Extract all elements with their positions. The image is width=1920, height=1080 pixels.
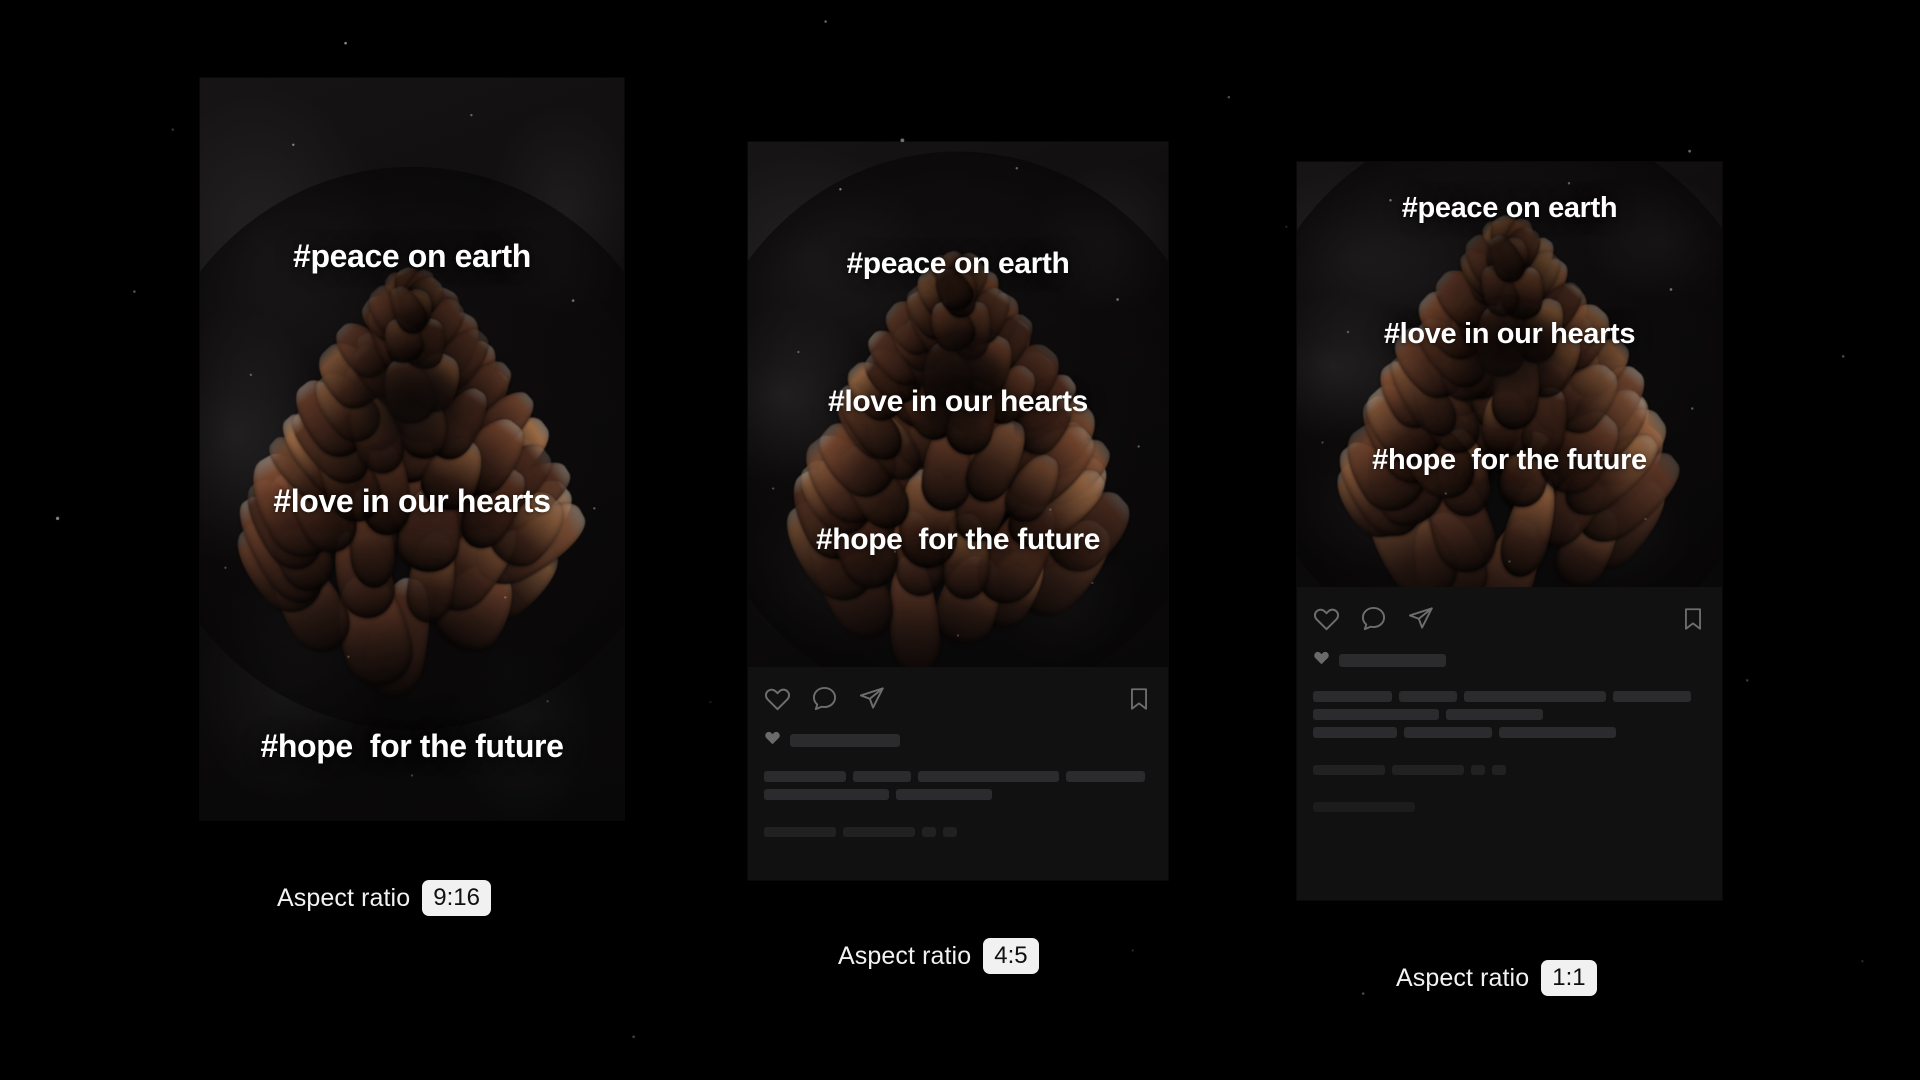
- image-backdrop: [1297, 162, 1722, 587]
- skeleton-bar: [1313, 709, 1439, 720]
- instagram-chrome-1-1: [1297, 587, 1722, 812]
- skeleton-bar: [1313, 802, 1415, 812]
- ratio-label-1-1: Aspect ratio 1:1: [1396, 960, 1597, 996]
- ratio-value-pill[interactable]: 4:5: [983, 938, 1039, 974]
- skeleton-bar: [1313, 691, 1392, 702]
- timestamp-skeleton-row: [1313, 765, 1706, 775]
- preview-card-story-9-16[interactable]: #peace on earth #love in our hearts #hop…: [200, 78, 624, 820]
- share-icon[interactable]: [858, 685, 885, 712]
- post-image-9-16: #peace on earth #love in our hearts #hop…: [200, 78, 624, 820]
- skeleton-bar: [1499, 727, 1616, 738]
- image-backdrop: [748, 142, 1168, 667]
- comment-icon[interactable]: [1360, 605, 1387, 632]
- ratio-label-9-16: Aspect ratio 9:16: [277, 880, 491, 916]
- heart-solid-icon: [1313, 649, 1330, 671]
- skeleton-bar: [1399, 691, 1457, 702]
- image-backdrop: [200, 78, 624, 820]
- ratio-value-pill[interactable]: 1:1: [1541, 960, 1597, 996]
- skeleton-bar: [1313, 765, 1385, 775]
- skeleton-bar: [1471, 765, 1485, 775]
- footer-skeleton-row: [1313, 802, 1706, 812]
- caption-skeleton-row: [1313, 709, 1706, 720]
- likes-placeholder-bar: [790, 733, 900, 747]
- heart-icon[interactable]: [764, 685, 791, 712]
- skeleton-bar: [853, 771, 911, 782]
- caption-skeleton-row: [1313, 727, 1706, 738]
- skeleton-bar: [922, 827, 936, 837]
- likes-placeholder-bar: [1339, 653, 1446, 667]
- skeleton-bar: [1066, 771, 1145, 782]
- skeleton-bar: [764, 789, 889, 800]
- caption-skeleton-row: [764, 771, 1152, 782]
- canvas-root: #peace on earth #love in our hearts #hop…: [0, 0, 1920, 1080]
- heart-solid-icon: [764, 729, 781, 751]
- bookmark-icon[interactable]: [1680, 606, 1706, 632]
- heart-icon[interactable]: [1313, 605, 1340, 632]
- skeleton-bar: [1613, 691, 1691, 702]
- skeleton-bar: [943, 827, 957, 837]
- instagram-chrome-4-5: [748, 667, 1168, 837]
- caption-skeleton-row: [1313, 691, 1706, 702]
- likes-row: [1313, 649, 1706, 671]
- ratio-value-pill[interactable]: 9:16: [422, 880, 491, 916]
- skeleton-bar: [764, 771, 846, 782]
- skeleton-bar: [1392, 765, 1464, 775]
- ratio-caption: Aspect ratio: [277, 883, 411, 912]
- skeleton-bar: [764, 827, 836, 837]
- post-image-1-1: #peace on earth #love in our hearts #hop…: [1297, 162, 1722, 587]
- comment-icon[interactable]: [811, 685, 838, 712]
- skeleton-bar: [1313, 727, 1397, 738]
- ratio-caption: Aspect ratio: [838, 941, 972, 970]
- post-action-bar: [1313, 605, 1706, 632]
- skeleton-bar: [1464, 691, 1606, 702]
- share-icon[interactable]: [1407, 605, 1434, 632]
- preview-card-portrait-4-5[interactable]: #peace on earth #love in our hearts #hop…: [748, 142, 1168, 880]
- ratio-caption: Aspect ratio: [1396, 963, 1530, 992]
- skeleton-bar: [843, 827, 915, 837]
- ratio-label-4-5: Aspect ratio 4:5: [838, 938, 1039, 974]
- likes-row: [764, 729, 1152, 751]
- timestamp-skeleton-row: [764, 827, 1152, 837]
- skeleton-bar: [918, 771, 1059, 782]
- post-image-4-5: #peace on earth #love in our hearts #hop…: [748, 142, 1168, 667]
- post-action-bar: [764, 685, 1152, 712]
- bookmark-icon[interactable]: [1126, 686, 1152, 712]
- caption-skeleton-row: [764, 789, 1152, 800]
- skeleton-bar: [1404, 727, 1492, 738]
- skeleton-bar: [1492, 765, 1506, 775]
- preview-card-square-1-1[interactable]: #peace on earth #love in our hearts #hop…: [1297, 162, 1722, 900]
- skeleton-bar: [896, 789, 992, 800]
- skeleton-bar: [1446, 709, 1543, 720]
